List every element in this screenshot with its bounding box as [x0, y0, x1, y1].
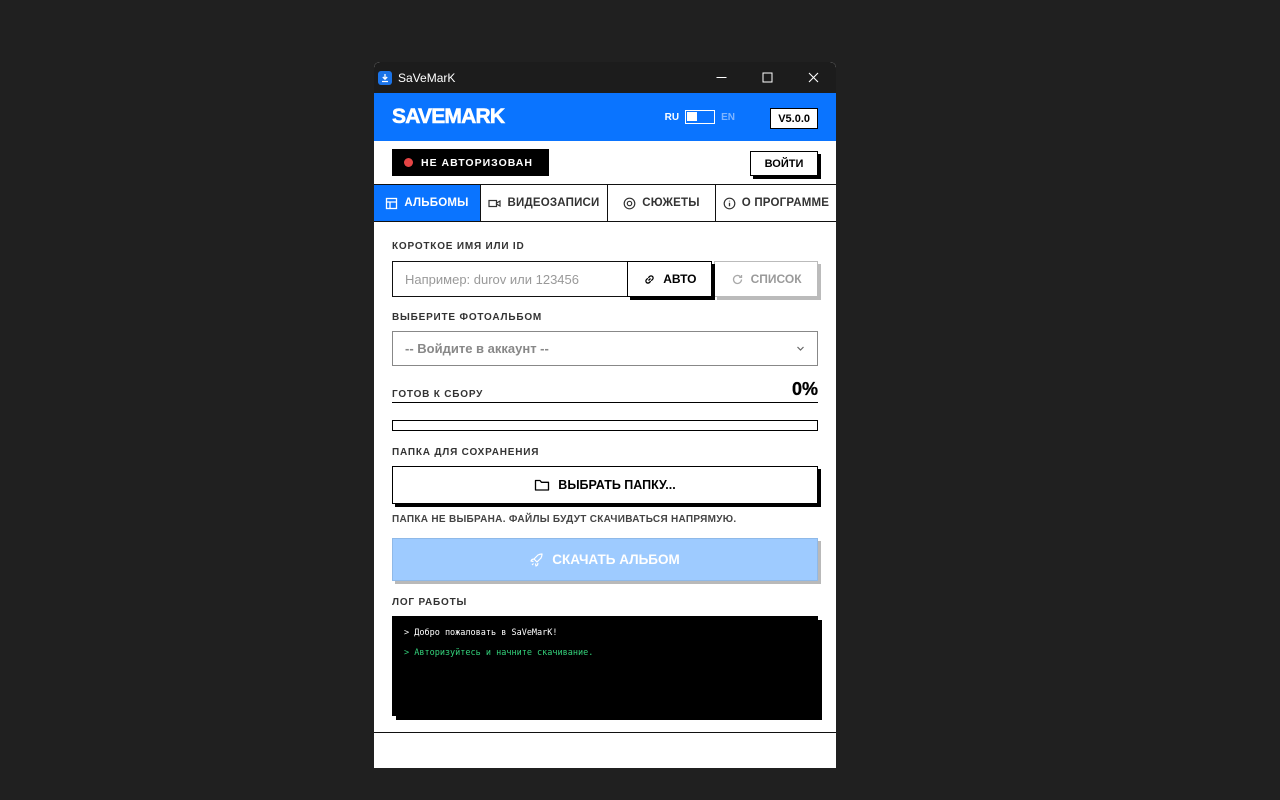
log-line: > Добро пожаловать в SaVeMarK! — [404, 628, 558, 638]
tab-albums[interactable]: АЛЬБОМЫ — [374, 185, 481, 221]
tab-albums-label: АЛЬБОМЫ — [404, 197, 469, 209]
ready-label: ГОТОВ К СБОРУ — [392, 389, 484, 400]
progress-percent: 0% — [791, 379, 818, 399]
choose-folder-label: ВЫБРАТЬ ПАПКУ... — [558, 478, 676, 492]
tab-stories-label: СЮЖЕТЫ — [642, 197, 700, 209]
window-title: SaVeMarK — [398, 70, 456, 85]
folder-icon — [535, 479, 550, 491]
video-icon — [488, 199, 502, 207]
id-label: КОРОТКОЕ ИМЯ ИЛИ ID — [392, 241, 525, 252]
lang-en-label[interactable]: EN — [721, 112, 735, 123]
app-window: SaVeMarK SAVEMARK RU EN V5.0.0 НЕ АВТОРИ… — [374, 62, 836, 768]
target-icon — [623, 197, 636, 209]
lang-ru-label[interactable]: RU — [665, 112, 679, 123]
tab-stories[interactable]: СЮЖЕТЫ — [608, 185, 716, 221]
log-console: > Добро пожаловать в SaVeMarK! > Авториз… — [392, 616, 818, 716]
tab-about[interactable]: О ПРОГРАММЕ — [716, 185, 836, 221]
albums-panel: КОРОТКОЕ ИМЯ ИЛИ ID АВТО СПИСОК ВЫБЕРИТЕ… — [374, 222, 836, 768]
auth-status-text: НЕ АВТОРИЗОВАН — [421, 156, 533, 169]
language-toggle[interactable] — [685, 110, 716, 124]
version-badge: V5.0.0 — [770, 108, 818, 129]
refresh-icon — [732, 274, 742, 284]
minimize-button[interactable] — [698, 62, 744, 93]
footer-divider — [374, 732, 836, 733]
title-bar[interactable]: SaVeMarK — [374, 62, 836, 93]
maximize-icon — [762, 72, 772, 83]
link-icon — [645, 274, 654, 284]
auto-button[interactable]: АВТО — [627, 261, 713, 297]
tab-about-label: О ПРОГРАММЕ — [741, 197, 830, 209]
login-button[interactable]: ВОЙТИ — [750, 151, 818, 176]
download-app-icon — [378, 70, 392, 85]
progress-bar — [392, 420, 818, 431]
choose-folder-button[interactable]: ВЫБРАТЬ ПАПКУ... — [392, 466, 818, 504]
minimize-icon — [716, 77, 726, 78]
folder-note: ПАПКА НЕ ВЫБРАНА. ФАЙЛЫ БУДУТ СКАЧИВАТЬС… — [392, 514, 737, 525]
rocket-icon — [530, 552, 543, 567]
auto-button-label: АВТО — [663, 272, 697, 286]
chevron-down-icon — [797, 346, 804, 351]
folder-label: ПАПКА ДЛЯ СОХРАНЕНИЯ — [392, 447, 540, 458]
auth-status-badge: НЕ АВТОРИЗОВАН — [392, 149, 549, 176]
close-button[interactable] — [790, 62, 836, 93]
tab-videos[interactable]: ВИДЕОЗАПИСИ — [481, 185, 608, 221]
id-input[interactable] — [392, 261, 628, 297]
download-album-label: СКАЧАТЬ АЛЬБОМ — [552, 552, 680, 567]
ready-row: ГОТОВ К СБОРУ 0% — [392, 379, 818, 403]
list-button-label: СПИСОК — [750, 272, 802, 286]
log-label: ЛОГ РАБОТЫ — [392, 597, 468, 608]
auth-row: НЕ АВТОРИЗОВАН ВОЙТИ — [374, 141, 836, 185]
layout-icon — [386, 197, 398, 209]
list-button[interactable]: СПИСОК — [714, 261, 818, 297]
close-icon — [808, 72, 818, 83]
brand-logo: SAVEMARK — [392, 105, 506, 129]
id-row: АВТО СПИСОК — [392, 261, 818, 297]
toggle-knob — [687, 112, 698, 121]
language-switch[interactable]: RU EN — [665, 110, 735, 124]
tab-bar: АЛЬБОМЫ ВИДЕОЗАПИСИ СЮЖЕТЫ О ПРОГРАММЕ — [374, 185, 836, 222]
download-album-button[interactable]: СКАЧАТЬ АЛЬБОМ — [392, 538, 818, 581]
album-select[interactable]: -- Войдите в аккаунт -- — [392, 331, 818, 366]
album-select-value: -- Войдите в аккаунт -- — [405, 341, 549, 356]
app-header: SAVEMARK RU EN V5.0.0 — [374, 93, 836, 141]
album-label: ВЫБЕРИТЕ ФОТОАЛЬБОМ — [392, 312, 543, 323]
status-dot-icon — [404, 158, 413, 167]
maximize-button[interactable] — [744, 62, 790, 93]
log-line: > Авторизуйтесь и начните скачивание. — [404, 648, 594, 658]
tab-videos-label: ВИДЕОЗАПИСИ — [507, 197, 600, 209]
info-icon — [723, 197, 736, 209]
